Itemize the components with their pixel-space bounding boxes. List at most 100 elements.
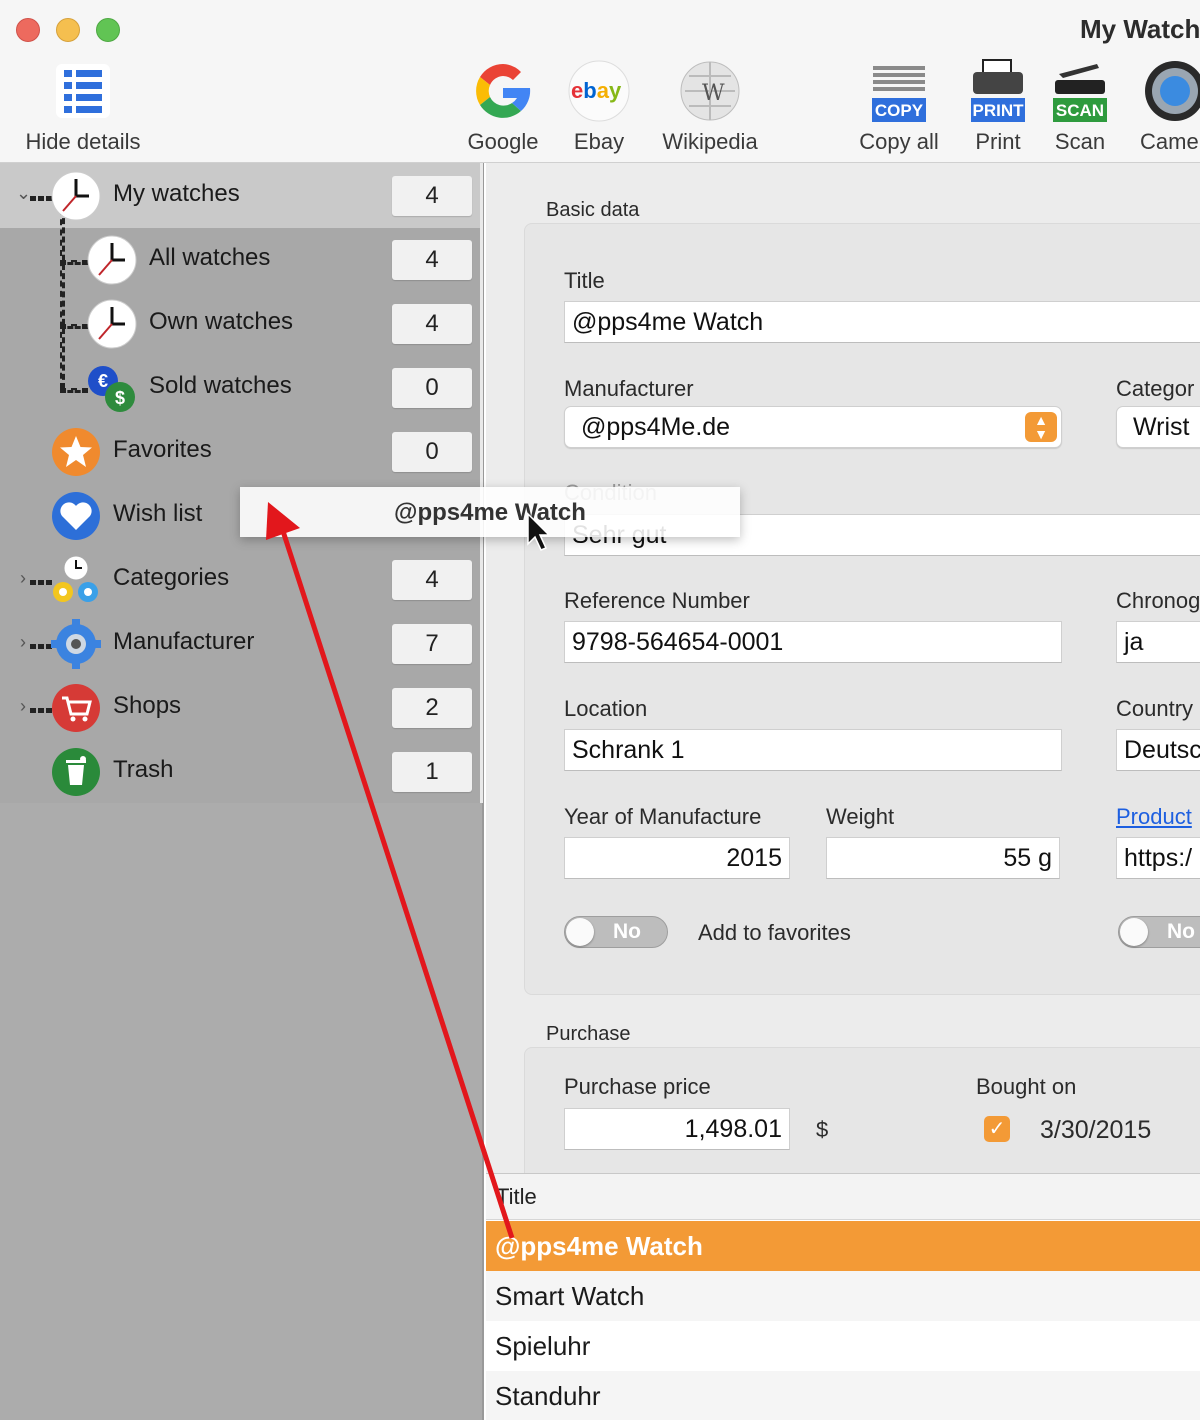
ebay-button[interactable]: ebay Ebay: [560, 56, 638, 160]
star-icon: [52, 428, 100, 476]
location-field[interactable]: Schrank 1: [564, 729, 1062, 771]
country-label: Country: [1116, 696, 1194, 721]
camera-label: Came: [1140, 129, 1199, 154]
sidebar-item-label: Shops: [113, 692, 182, 719]
sidebar-item-label: Favorites: [113, 436, 212, 463]
toolbar: My Watch Hide details Google ebay Ebay W…: [0, 0, 1200, 163]
close-window-button[interactable]: [16, 18, 40, 42]
manufacturer-value: @pps4Me.de: [581, 413, 731, 441]
svg-text:W: W: [702, 81, 725, 106]
copy-all-button[interactable]: COPY Copy all: [848, 56, 950, 160]
country-field[interactable]: Deutsc: [1116, 729, 1200, 771]
product-link[interactable]: Product: [1116, 804, 1192, 830]
sidebar-item-label: Own watches: [149, 308, 294, 335]
camera-button[interactable]: Came: [1130, 56, 1200, 160]
google-label: Google: [467, 129, 539, 154]
clock-icon: [51, 171, 101, 221]
camera-icon: [1145, 61, 1200, 121]
watch-list: Title @pps4me Watch Smart Watch Spieluhr…: [486, 1173, 1200, 1420]
minimize-window-button[interactable]: [56, 18, 80, 42]
column-header-title[interactable]: Title: [486, 1174, 1200, 1220]
printer-icon: PRINT: [971, 59, 1025, 122]
detail-panel: Basic data Title @pps4me Watch Manufactu…: [486, 163, 1200, 1197]
count-badge: 4: [392, 560, 472, 600]
count-badge: 0: [392, 368, 472, 408]
count-badge: 0: [392, 432, 472, 472]
list-row[interactable]: Standuhr: [486, 1371, 1200, 1420]
svg-text:ebay: ebay: [571, 78, 622, 103]
title-label: Title: [564, 268, 605, 293]
scan-button[interactable]: SCAN Scan: [1044, 56, 1116, 160]
sidebar-item-label: Wish list: [113, 500, 203, 527]
sidebar-item-all-watches[interactable]: All watches 4: [0, 228, 480, 292]
list-row[interactable]: Smart Watch: [486, 1271, 1200, 1321]
money-icon: € $: [88, 366, 135, 412]
sidebar-item-own-watches[interactable]: Own watches 4: [0, 292, 480, 356]
manufacturer-label: Manufacturer: [564, 376, 694, 401]
drag-ghost: @pps4me Watch: [240, 487, 740, 537]
popup-arrows-icon: ▲ ▼: [1025, 412, 1057, 442]
count-badge: 1: [392, 752, 472, 792]
wikipedia-button[interactable]: W Wikipedia: [650, 56, 770, 160]
categories-icon: [53, 555, 98, 602]
sidebar-item-shops[interactable]: Shops 2: [0, 676, 480, 740]
window-title: My Watch: [1080, 14, 1200, 44]
count-badge: 2: [392, 688, 472, 728]
category-label: Categor: [1116, 376, 1195, 401]
reference-number-label: Reference Number: [564, 588, 750, 613]
sidebar-scrollbar[interactable]: [480, 163, 483, 803]
scan-label: Scan: [1054, 129, 1106, 154]
list-row[interactable]: Spieluhr: [486, 1321, 1200, 1371]
print-button[interactable]: PRINT Print: [960, 56, 1036, 160]
zoom-window-button[interactable]: [96, 18, 120, 42]
product-url-field[interactable]: https:/: [1116, 837, 1200, 879]
sidebar-item-categories[interactable]: Categories 4: [0, 548, 480, 612]
second-toggle[interactable]: No: [1118, 916, 1200, 948]
toggle-text: No: [613, 920, 641, 943]
google-icon: [476, 64, 531, 118]
gear-icon: [51, 619, 101, 669]
toggle-text: No: [1167, 920, 1195, 943]
hide-details-button[interactable]: Hide details: [8, 56, 158, 160]
sidebar-item-my-watches[interactable]: My watches 4: [0, 164, 480, 228]
purchase-price-field[interactable]: 1,498.01: [564, 1108, 790, 1150]
manufacturer-select[interactable]: @pps4Me.de ▲ ▼: [564, 406, 1062, 448]
trash-icon: [52, 748, 100, 796]
heart-icon: [52, 492, 100, 540]
copy-all-label: Copy all: [859, 129, 939, 154]
add-to-favorites-label: Add to favorites: [698, 920, 851, 945]
wikipedia-icon: W: [680, 61, 740, 121]
sidebar-item-label: Trash: [113, 756, 174, 783]
section-title-basic-data: Basic data: [546, 199, 640, 221]
weight-field[interactable]: 55 g: [826, 837, 1060, 879]
section-title-purchase: Purchase: [546, 1023, 631, 1045]
wikipedia-label: Wikipedia: [662, 129, 758, 154]
bought-on-date[interactable]: 3/30/2015: [1040, 1116, 1151, 1145]
list-icon: [56, 64, 110, 118]
sidebar-item-trash[interactable]: Trash 1: [0, 740, 480, 804]
location-label: Location: [564, 696, 648, 721]
count-badge: 4: [392, 176, 472, 216]
currency-label: $: [816, 1117, 829, 1142]
sidebar-item-label: My watches: [113, 180, 240, 207]
chronograph-field[interactable]: ja: [1116, 621, 1200, 663]
sidebar-item-label: Manufacturer: [113, 628, 255, 655]
google-button[interactable]: Google: [458, 56, 548, 160]
sidebar-item-label: Sold watches: [149, 372, 292, 399]
sidebar-item-manufacturer[interactable]: Manufacturer 7: [0, 612, 480, 676]
count-badge: 4: [392, 304, 472, 344]
favorites-toggle[interactable]: No: [564, 916, 668, 948]
ebay-icon: ebay: [568, 60, 630, 122]
category-select[interactable]: Wrist: [1116, 406, 1200, 448]
sidebar-item-sold-watches[interactable]: € $ Sold watches 0: [0, 356, 480, 420]
reference-number-field[interactable]: 9798-564654-0001: [564, 621, 1062, 663]
bought-on-checkbox[interactable]: ✓: [984, 1116, 1010, 1142]
title-field[interactable]: @pps4me Watch: [564, 301, 1200, 343]
shopping-cart-icon: [52, 684, 100, 732]
sidebar-item-favorites[interactable]: Favorites 0: [0, 420, 480, 484]
count-badge: 4: [392, 240, 472, 280]
sidebar-item-label: Categories: [113, 564, 230, 591]
svg-text:COPY: COPY: [875, 101, 924, 120]
list-row-selected[interactable]: @pps4me Watch: [486, 1221, 1200, 1271]
year-of-manufacture-field[interactable]: 2015: [564, 837, 790, 879]
